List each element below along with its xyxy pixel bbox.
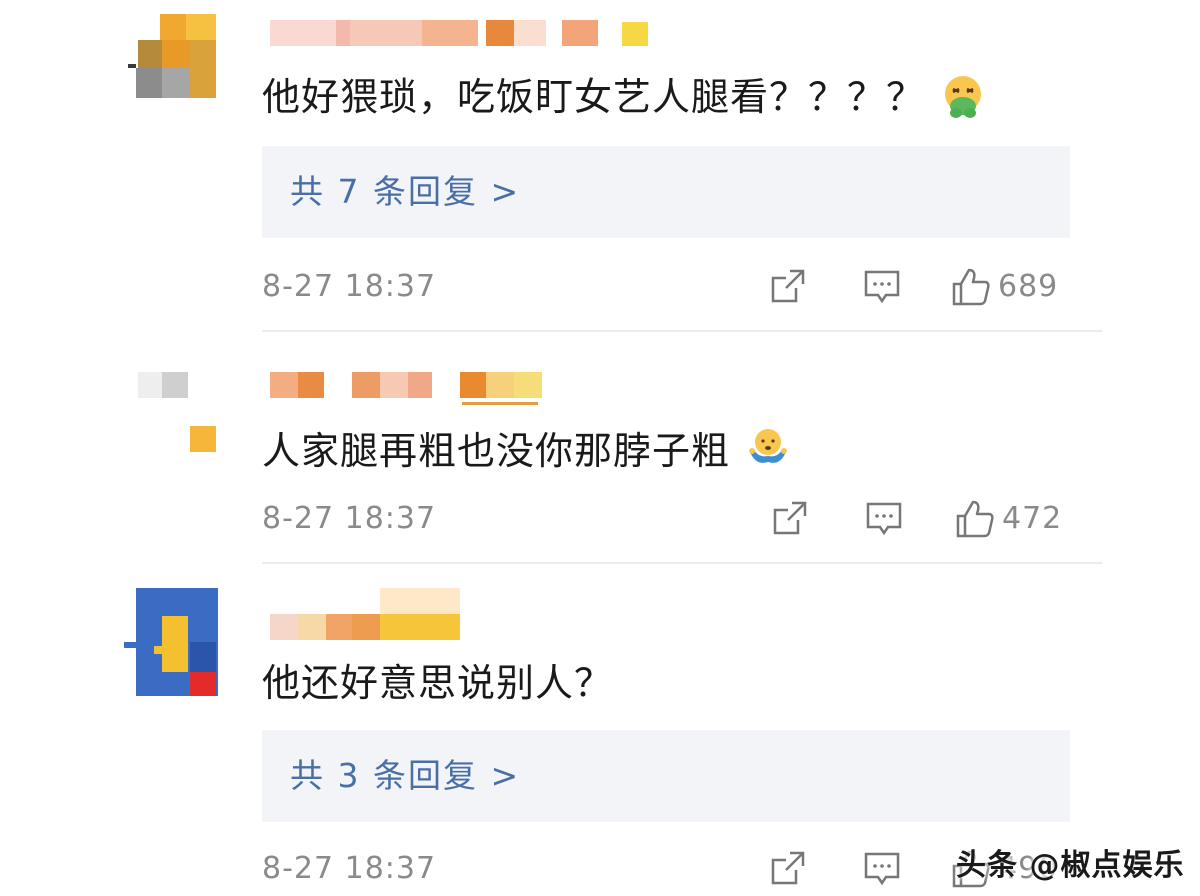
thumbs-up-icon [956, 500, 994, 538]
share-button[interactable] [770, 498, 810, 540]
comment-text: 他好猥琐，吃饭盯女艺人腿看？？？？ [262, 72, 987, 124]
like-button[interactable]: 689 [950, 266, 1100, 308]
watermark: 头条 @椒点娱乐 [956, 848, 1185, 883]
avatar[interactable] [124, 588, 220, 696]
divider [262, 330, 1102, 332]
like-count: 689 [998, 269, 1059, 304]
comment-icon [864, 270, 900, 304]
timestamp: 8-27 18:37 [262, 269, 437, 304]
divider [262, 562, 1102, 564]
comment-meta: 8-27 18:37 689 [262, 262, 1102, 312]
username-blurred[interactable] [262, 16, 662, 56]
share-icon [771, 269, 805, 303]
nauseated-face-emoji [945, 75, 982, 118]
reply-button[interactable] [862, 266, 902, 308]
avatar[interactable] [124, 366, 220, 462]
comment-text-content: 人家腿再粗也没你那脖子粗 [262, 429, 731, 473]
username-blurred[interactable] [262, 368, 562, 408]
comment-icon [866, 502, 902, 536]
replies-count-label: 共 3 条回复 > [290, 756, 521, 795]
view-replies-button[interactable]: 共 7 条回复 > [262, 146, 1070, 238]
share-button[interactable] [768, 848, 808, 890]
username-blurred[interactable] [262, 588, 522, 640]
share-icon [771, 851, 805, 885]
comment-text: 人家腿再粗也没你那脖子粗 [262, 426, 792, 478]
comment-meta: 8-27 18:37 472 [262, 494, 1102, 544]
timestamp: 8-27 18:37 [262, 851, 437, 886]
reply-button[interactable] [864, 498, 904, 540]
comment-text: 他还好意思说别人？ [262, 658, 613, 708]
comment-text-content: 他还好意思说别人？ [262, 661, 614, 705]
avatar[interactable] [124, 14, 220, 110]
like-count: 472 [1002, 501, 1063, 536]
comment-text-content: 他好猥琐，吃饭盯女艺人腿看？？？？ [262, 75, 926, 119]
replies-count-label: 共 7 条回复 > [290, 172, 521, 211]
share-icon [773, 501, 807, 535]
thumbs-up-icon [952, 268, 990, 306]
comment-icon [864, 852, 900, 886]
like-button[interactable]: 472 [954, 498, 1104, 540]
view-replies-button[interactable]: 共 3 条回复 > [262, 730, 1070, 822]
shrugging-emoji [749, 428, 788, 463]
share-button[interactable] [768, 266, 808, 308]
reply-button[interactable] [862, 848, 902, 890]
timestamp: 8-27 18:37 [262, 501, 437, 536]
